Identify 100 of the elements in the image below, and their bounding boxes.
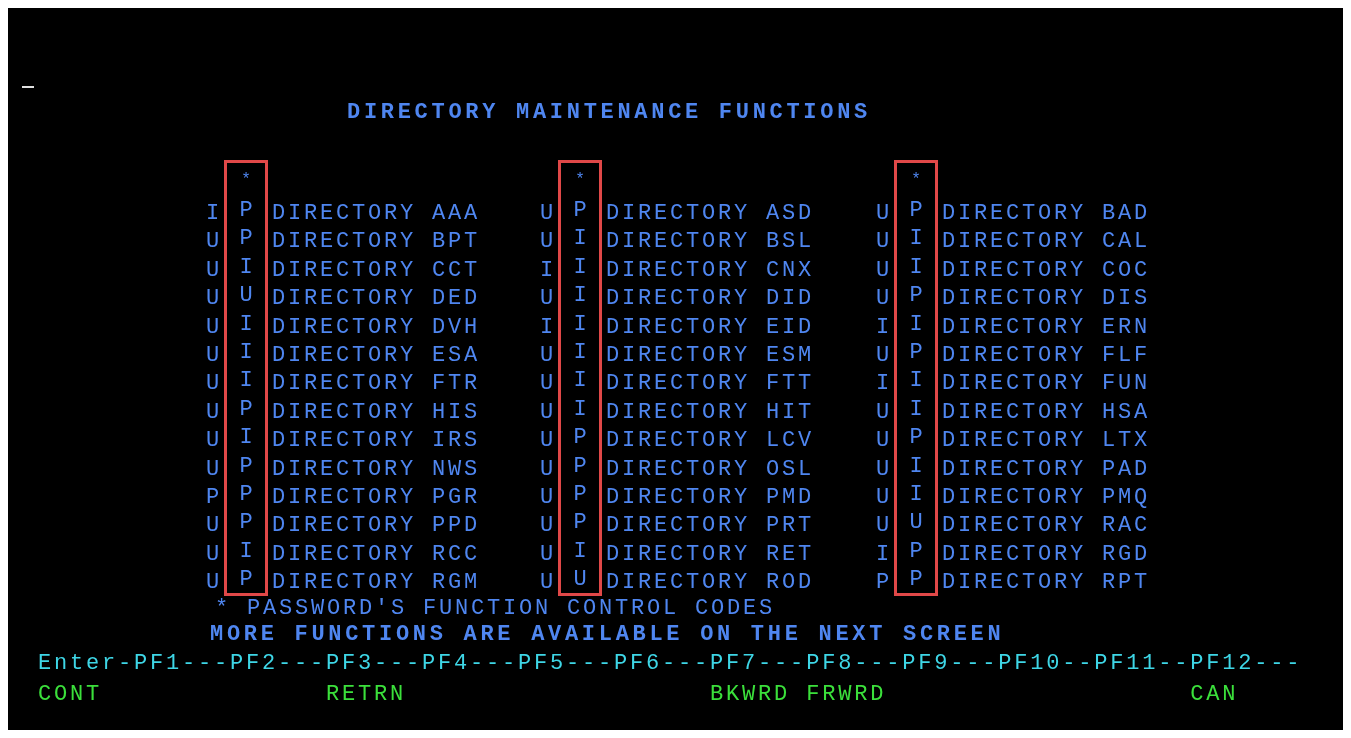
flag-letter: U — [876, 398, 892, 427]
directory-entry[interactable]: DIRECTORY ERN — [942, 313, 1151, 342]
directory-entry[interactable]: DIRECTORY ASD — [606, 200, 815, 229]
directory-entry[interactable]: DIRECTORY HIS — [272, 398, 481, 428]
control-code: P — [238, 197, 256, 225]
directory-entry[interactable]: DIRECTORY LCV — [606, 427, 815, 456]
directory-entry[interactable]: DIRECTORY RGM — [272, 569, 481, 598]
directory-entry[interactable]: DIRECTORY AAA — [272, 200, 481, 229]
directory-entry[interactable]: DIRECTORY DIS — [942, 285, 1151, 314]
control-code: I — [238, 367, 256, 396]
directory-entry[interactable]: DIRECTORY PMD — [606, 483, 815, 513]
function-key-action[interactable]: FRWRD — [806, 678, 903, 713]
directory-entry[interactable]: DIRECTORY DED — [272, 285, 481, 314]
directory-entry[interactable]: DIRECTORY FLF — [942, 341, 1151, 371]
control-code: I — [572, 395, 590, 424]
marker-asterisk: * — [241, 170, 251, 191]
control-code: P — [238, 395, 256, 424]
directory-entry[interactable]: DIRECTORY IRS — [272, 427, 481, 456]
cursor-mark — [22, 86, 34, 88]
function-key-label: PF4--- — [422, 650, 519, 679]
flag-letter: U — [540, 427, 556, 456]
control-code: P — [238, 225, 256, 254]
control-code: I — [572, 310, 590, 339]
flag-letter: U — [206, 228, 222, 257]
control-code: I — [572, 282, 590, 311]
directory-entry[interactable]: DIRECTORY CNX — [606, 256, 815, 286]
control-code: U — [238, 282, 256, 311]
control-code: P — [572, 480, 590, 509]
directory-entry[interactable]: DIRECTORY PPD — [272, 512, 481, 541]
directory-entry[interactable]: DIRECTORY PRT — [606, 512, 815, 541]
directory-entry[interactable]: DIRECTORY PGR — [272, 483, 481, 513]
flag-letter: U — [540, 455, 556, 484]
flag-letter: U — [206, 370, 222, 399]
flag-letter: U — [540, 341, 556, 370]
directory-entry[interactable]: DIRECTORY RCC — [272, 540, 481, 570]
directory-entry[interactable]: DIRECTORY HIT — [606, 398, 815, 428]
control-code: I — [238, 338, 256, 367]
flag-letter: U — [206, 427, 222, 456]
flag-letter: U — [540, 483, 556, 512]
footnote-text: * PASSWORD'S FUNCTION CONTROL CODES — [215, 596, 776, 622]
flag-letter: U — [540, 398, 556, 427]
function-key-action[interactable]: CAN — [1190, 678, 1303, 713]
flag-letter: U — [206, 455, 222, 484]
flag-letter: U — [540, 285, 556, 314]
function-key-action[interactable]: CONT — [38, 678, 134, 713]
flag-letter: U — [876, 427, 892, 456]
flag-letter: I — [876, 540, 892, 569]
directory-entry[interactable]: DIRECTORY FTR — [272, 370, 481, 399]
directory-entry[interactable]: DIRECTORY ESM — [606, 341, 815, 371]
function-key-label: PF7--- — [710, 650, 807, 679]
directory-entry[interactable]: DIRECTORY COC — [942, 256, 1151, 286]
directory-entry[interactable]: DIRECTORY NWS — [272, 455, 481, 484]
directory-entry[interactable]: DIRECTORY CAL — [942, 228, 1151, 257]
directory-entry[interactable]: DIRECTORY BPT — [272, 228, 481, 257]
control-code: U — [908, 509, 926, 538]
control-code: P — [238, 509, 256, 538]
control-code: I — [572, 367, 590, 396]
flag-letter: I — [540, 313, 556, 342]
directory-entry[interactable]: DIRECTORY RET — [606, 540, 815, 570]
notice-text: MORE FUNCTIONS ARE AVAILABLE ON THE NEXT SCREEN — [210, 622, 1005, 648]
control-code: P — [908, 282, 926, 311]
directory-entry[interactable]: DIRECTORY BAD — [942, 200, 1151, 229]
function-key-label: Enter- — [38, 650, 134, 679]
directory-entry[interactable]: DIRECTORY RPT — [942, 569, 1151, 598]
directory-entry[interactable]: DIRECTORY RGD — [942, 540, 1151, 570]
flag-letter: U — [876, 256, 892, 285]
function-key-action[interactable]: RETRN — [326, 678, 423, 713]
control-code: I — [908, 253, 926, 282]
directory-entry[interactable]: DIRECTORY DVH — [272, 313, 481, 342]
flag-letter: U — [206, 540, 222, 569]
directory-entry[interactable]: DIRECTORY ROD — [606, 569, 815, 598]
flag-letter: U — [540, 200, 556, 228]
function-key-label: PF12--- — [1190, 650, 1303, 679]
control-code: I — [908, 452, 926, 481]
function-key-action[interactable]: BKWRD — [710, 678, 807, 713]
control-code: I — [238, 253, 256, 282]
directory-entry[interactable]: DIRECTORY PMQ — [942, 483, 1151, 513]
function-key-label: PF6--- — [614, 650, 711, 679]
directory-entry[interactable]: DIRECTORY FTT — [606, 370, 815, 399]
flag-letter: U — [206, 256, 222, 285]
directory-entry[interactable]: DIRECTORY RAC — [942, 512, 1151, 541]
directory-entry[interactable]: DIRECTORY BSL — [606, 228, 815, 257]
directory-entry[interactable]: DIRECTORY ESA — [272, 341, 481, 371]
directory-entry[interactable]: DIRECTORY HSA — [942, 398, 1151, 428]
control-code: U — [572, 566, 590, 595]
directory-entry[interactable]: DIRECTORY PAD — [942, 455, 1151, 484]
control-code: I — [572, 253, 590, 282]
flag-letter: U — [206, 313, 222, 342]
control-code: I — [238, 310, 256, 339]
directory-entry[interactable]: DIRECTORY LTX — [942, 427, 1151, 456]
flag-letter: U — [540, 540, 556, 569]
flag-letter: U — [540, 228, 556, 257]
directory-entry[interactable]: DIRECTORY FUN — [942, 370, 1151, 399]
directory-entry[interactable]: DIRECTORY CCT — [272, 256, 481, 286]
control-code: P — [908, 338, 926, 367]
control-code: P — [908, 197, 926, 225]
directory-entry[interactable]: DIRECTORY EID — [606, 313, 815, 342]
directory-entry[interactable]: DIRECTORY OSL — [606, 455, 815, 484]
control-code: I — [238, 424, 256, 453]
directory-entry[interactable]: DIRECTORY DID — [606, 285, 815, 314]
